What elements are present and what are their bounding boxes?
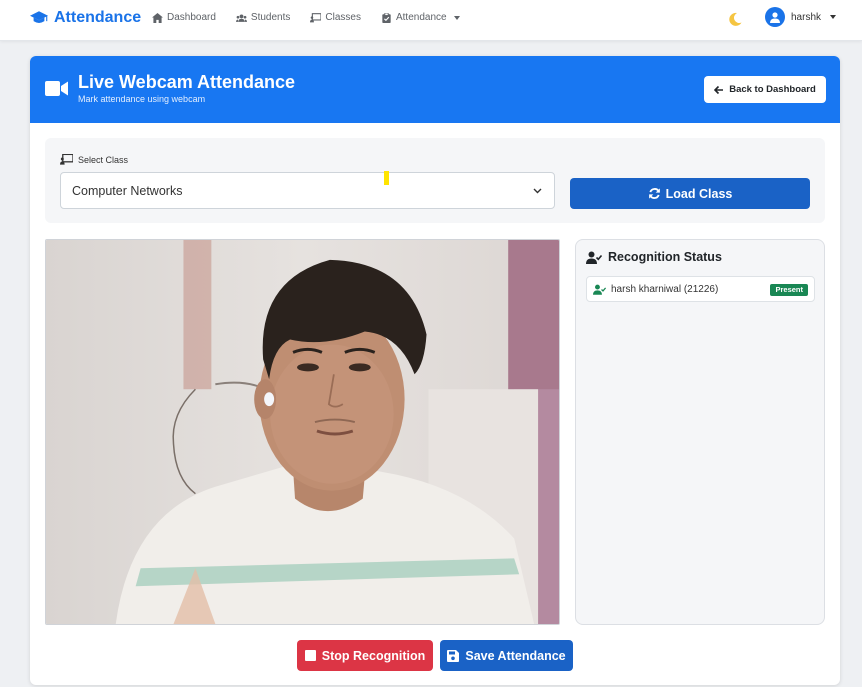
user-check-icon: [593, 284, 606, 295]
moon-icon[interactable]: [727, 11, 743, 27]
stop-icon: [304, 650, 316, 661]
save-attendance-button[interactable]: Save Attendance: [440, 640, 573, 671]
card-header: Live Webcam Attendance Mark attendance u…: [30, 56, 840, 123]
stop-recognition-button[interactable]: Stop Recognition: [297, 640, 433, 671]
chevron-down-icon: [533, 188, 542, 194]
brand-label: Attendance: [54, 9, 142, 26]
nav-dashboard[interactable]: Dashboard: [152, 12, 216, 23]
back-to-dashboard-button[interactable]: Back to Dashboard: [704, 76, 826, 103]
nav-classes-label: Classes: [325, 12, 361, 23]
class-select-panel: Select Class Computer Networks Load Clas…: [45, 138, 825, 223]
chevron-down-icon: [830, 15, 837, 19]
class-select-value: Computer Networks: [72, 184, 183, 198]
webcam-image: [46, 240, 559, 624]
nav-students-label: Students: [250, 12, 291, 23]
recognition-status-label: Recognition Status: [608, 250, 722, 264]
nav-links: Dashboard Students Classes Attendance: [152, 12, 460, 23]
select-class-label: Select Class: [60, 154, 128, 165]
load-class-button[interactable]: Load Class: [570, 178, 810, 209]
attendance-card: Live Webcam Attendance Mark attendance u…: [30, 56, 840, 685]
recognition-status-panel: Recognition Status harsh kharniwal (2122…: [575, 239, 825, 625]
class-select[interactable]: Computer Networks: [60, 172, 555, 209]
user-check-icon: [586, 251, 602, 264]
stop-recognition-label: Stop Recognition: [321, 648, 426, 663]
nav-dashboard-label: Dashboard: [167, 12, 216, 23]
user-circle-icon: [765, 7, 785, 27]
save-icon: [447, 649, 460, 662]
status-badge: Present: [770, 284, 808, 296]
chalkboard-icon: [310, 12, 322, 22]
select-class-label-text: Select Class: [78, 154, 129, 165]
page-title: Live Webcam Attendance: [78, 72, 296, 92]
sync-icon: [648, 188, 660, 199]
graduation-cap-icon: [30, 11, 48, 23]
load-class-label: Load Class: [665, 186, 733, 201]
user-menu[interactable]: harshk: [765, 7, 837, 27]
nav-attendance-dropdown[interactable]: Attendance: [381, 12, 460, 23]
chevron-down-icon: [453, 15, 460, 20]
video-icon: [45, 81, 68, 96]
clipboard-check-icon: [382, 12, 391, 23]
nav-attendance-label: Attendance: [395, 12, 447, 23]
nav-students[interactable]: Students: [235, 12, 291, 23]
page-subtitle: Mark attendance using webcam: [78, 94, 206, 104]
brand-link[interactable]: Attendance: [30, 9, 141, 27]
recognition-status-title: Recognition Status: [586, 250, 722, 264]
student-name: harsh kharniwal (21226): [611, 284, 719, 295]
nav-classes[interactable]: Classes: [310, 12, 361, 23]
text-cursor-highlight: [384, 171, 389, 185]
home-icon: [152, 12, 163, 23]
save-attendance-label: Save Attendance: [465, 648, 566, 663]
list-item: harsh kharniwal (21226) Present: [586, 276, 815, 302]
users-icon: [235, 14, 247, 22]
top-navbar: Attendance Dashboard Students Classes At…: [0, 0, 862, 41]
webcam-feed: [45, 239, 560, 625]
user-name: harshk: [791, 11, 822, 23]
chalkboard-teacher-icon: [60, 154, 73, 165]
arrow-left-icon: [714, 85, 724, 94]
back-button-label: Back to Dashboard: [729, 84, 816, 95]
